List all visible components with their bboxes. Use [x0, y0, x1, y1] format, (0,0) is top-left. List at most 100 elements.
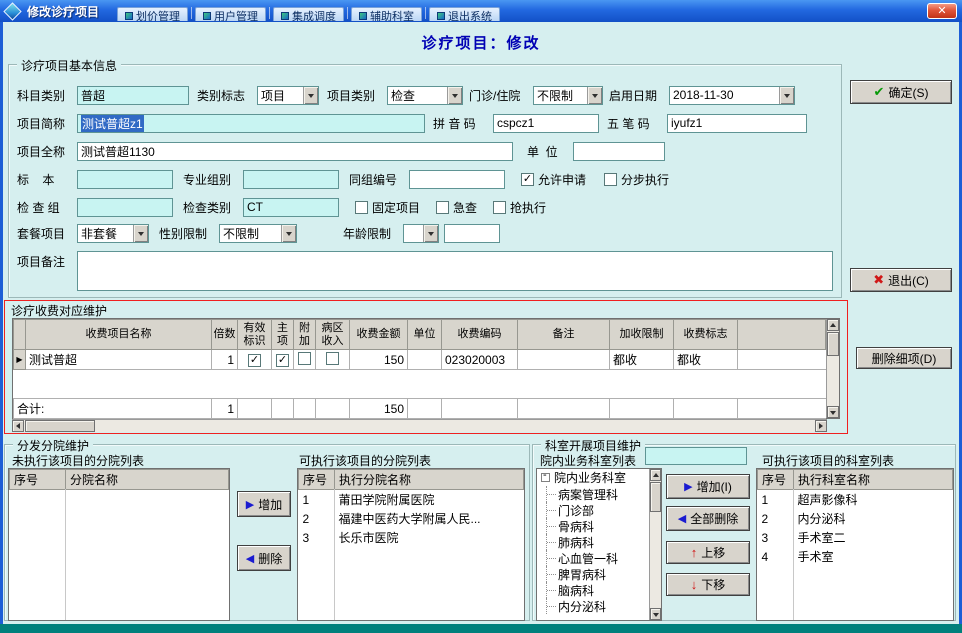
- unexecuted-branch-column-header[interactable]: 分院名称: [65, 469, 229, 490]
- charge-vertical-scrollbar[interactable]: [826, 319, 839, 418]
- professional-group-input[interactable]: [243, 169, 339, 189]
- executed-dept-column-header[interactable]: 执行科室名称: [793, 469, 953, 490]
- executed-dept-list[interactable]: 序号 执行科室名称 1 超声影像科 2 内分泌科 3 手术室二 4 手术室: [756, 468, 954, 621]
- dropdown-icon[interactable]: [587, 86, 602, 104]
- subject-category-input[interactable]: 普超: [77, 85, 189, 105]
- dept-tree-item[interactable]: 肺病科: [537, 534, 649, 550]
- scroll-down-button[interactable]: [650, 608, 661, 620]
- dropdown-icon[interactable]: [281, 224, 296, 242]
- executed-branch-row[interactable]: 3 长乐市医院: [299, 528, 524, 547]
- charge-grid-column-header[interactable]: 加收限制: [609, 319, 674, 350]
- charge-valid-checkbox-cell[interactable]: ✓: [237, 349, 272, 370]
- unexecuted-branch-list[interactable]: 序号 分院名称: [8, 468, 230, 621]
- dept-tree-item[interactable]: 骨病科: [537, 518, 649, 534]
- executed-branch-row[interactable]: 2 福建中医药大学附属人民...: [299, 509, 524, 528]
- dropdown-icon[interactable]: [779, 86, 794, 104]
- scroll-up-button[interactable]: [827, 319, 839, 331]
- specimen-input[interactable]: [77, 169, 173, 189]
- executed-dept-row[interactable]: 2 内分泌科: [758, 509, 953, 528]
- visit-type-select[interactable]: 不限制: [533, 85, 603, 105]
- close-button[interactable]: ✕: [927, 3, 957, 19]
- dept-delete-all-button[interactable]: ◀ 全部删除: [666, 506, 750, 531]
- toolbar-item[interactable]: 用户管理: [195, 7, 267, 21]
- short-name-input[interactable]: 测试普超z1: [77, 113, 425, 133]
- same-group-no-input[interactable]: [409, 169, 505, 189]
- branch-add-button[interactable]: ▶ 增加: [237, 491, 291, 517]
- executed-branch-column-header[interactable]: 执行分院名称: [334, 469, 524, 490]
- check-category-input[interactable]: CT: [243, 197, 339, 217]
- charge-grid-column-header[interactable]: 倍数: [211, 319, 238, 350]
- wubi-code-input[interactable]: iyufz1: [667, 113, 807, 133]
- branch-remove-button[interactable]: ◀ 删除: [237, 545, 291, 571]
- exit-button[interactable]: ✖ 退出(C): [850, 268, 952, 292]
- dept-tree-item[interactable]: 心血管一科: [537, 550, 649, 566]
- titlebar[interactable]: 修改诊疗项目 划价管理 用户管理 集成调度 辅助科室 退出系统 ✕: [0, 0, 962, 22]
- charge-ward-checkbox-cell[interactable]: [315, 349, 350, 370]
- dept-search-input[interactable]: [645, 447, 747, 465]
- package-item-select[interactable]: 非套餐: [77, 223, 149, 243]
- charge-grid-column-header[interactable]: 单位: [407, 319, 442, 350]
- age-limit-input[interactable]: [444, 223, 500, 243]
- executed-dept-row[interactable]: 1 超声影像科: [758, 490, 953, 510]
- scroll-up-button[interactable]: [650, 469, 661, 481]
- confirm-button[interactable]: ✔ 确定(S): [850, 80, 952, 104]
- scroll-track[interactable]: [650, 481, 661, 608]
- dropdown-icon[interactable]: [133, 224, 148, 242]
- charge-grid-column-header[interactable]: 病区收入: [315, 319, 350, 350]
- charge-grid-column-header[interactable]: 收费金额: [349, 319, 408, 350]
- dept-tree[interactable]: 院内业务科室病案管理科门诊部骨病科肺病科心血管一科脾胃病科脑病科内分泌科: [536, 468, 662, 621]
- start-date-picker[interactable]: 2018-11-30: [669, 85, 795, 105]
- executed-branch-column-header[interactable]: 序号: [298, 469, 335, 490]
- unexecuted-branch-column-header[interactable]: 序号: [9, 469, 66, 490]
- charge-grid-row[interactable]: ▶ 测试普超 1 ✓ ✓ 150 023020003 都收 都收: [13, 349, 826, 370]
- fixed-item-checkbox[interactable]: 固定项目: [355, 199, 420, 216]
- check-group-input[interactable]: [77, 197, 173, 217]
- dept-tree-item[interactable]: 脾胃病科: [537, 566, 649, 582]
- pinyin-code-input[interactable]: cspcz1: [493, 113, 599, 133]
- toolbar-item[interactable]: 辅助科室: [351, 7, 423, 21]
- charge-grid-column-header[interactable]: 附加: [293, 319, 316, 350]
- scroll-left-button[interactable]: [12, 420, 24, 432]
- executed-dept-column-header[interactable]: 序号: [757, 469, 794, 490]
- dept-tree-root[interactable]: 院内业务科室: [537, 469, 649, 486]
- item-category-select[interactable]: 检查: [387, 85, 463, 105]
- full-name-input[interactable]: 测试普超1130: [77, 141, 513, 161]
- scroll-track[interactable]: [24, 420, 815, 432]
- executed-branch-list[interactable]: 序号 执行分院名称 1 莆田学院附属医院 2 福建中医药大学附属人民... 3 长乐市医院: [297, 468, 525, 621]
- executed-dept-row[interactable]: 4 手术室: [758, 547, 953, 566]
- gender-limit-select[interactable]: 不限制: [219, 223, 297, 243]
- executed-dept-row[interactable]: 3 手术室二: [758, 528, 953, 547]
- dropdown-icon[interactable]: [303, 86, 318, 104]
- charge-grid-column-header[interactable]: 收费项目名称: [25, 319, 212, 350]
- scroll-thumb[interactable]: [827, 332, 839, 356]
- rush-execute-checkbox[interactable]: 抢执行: [493, 199, 546, 216]
- collapse-icon[interactable]: [541, 470, 550, 482]
- charge-grid-column-header[interactable]: 备注: [517, 319, 610, 350]
- dept-tree-item[interactable]: 内分泌科: [537, 598, 649, 614]
- step-execute-checkbox[interactable]: 分步执行: [604, 171, 669, 188]
- dept-tree-item[interactable]: 脑病科: [537, 582, 649, 598]
- charge-attach-checkbox-cell[interactable]: [293, 349, 316, 370]
- delete-detail-button[interactable]: 删除细项(D): [856, 347, 952, 369]
- remark-textarea[interactable]: [77, 251, 833, 291]
- allow-apply-checkbox[interactable]: ✓ 允许申请: [521, 171, 586, 188]
- dept-add-button[interactable]: ▶ 增加(I): [666, 474, 750, 499]
- toolbar-item[interactable]: 退出系统: [429, 7, 501, 21]
- dropdown-icon[interactable]: [447, 86, 462, 104]
- age-limit-unit-select[interactable]: [403, 223, 439, 243]
- dept-tree-item[interactable]: 门诊部: [537, 502, 649, 518]
- unit-input[interactable]: [573, 141, 665, 161]
- dept-tree-scrollbar[interactable]: [649, 469, 661, 620]
- scroll-right-button[interactable]: [815, 420, 827, 432]
- toolbar-item[interactable]: 集成调度: [273, 7, 345, 21]
- dept-move-up-button[interactable]: ↑ 上移: [666, 541, 750, 564]
- dept-tree-item[interactable]: 病案管理科: [537, 486, 649, 502]
- scroll-thumb[interactable]: [25, 420, 95, 432]
- dropdown-icon[interactable]: [423, 224, 438, 242]
- scroll-track[interactable]: [827, 331, 839, 406]
- toolbar-item[interactable]: 划价管理: [117, 7, 189, 21]
- dept-move-down-button[interactable]: ↓ 下移: [666, 573, 750, 596]
- urgent-checkbox[interactable]: 急查: [436, 199, 477, 216]
- category-flag-select[interactable]: 项目: [257, 85, 319, 105]
- charge-grid-column-header[interactable]: 有效标识: [237, 319, 272, 350]
